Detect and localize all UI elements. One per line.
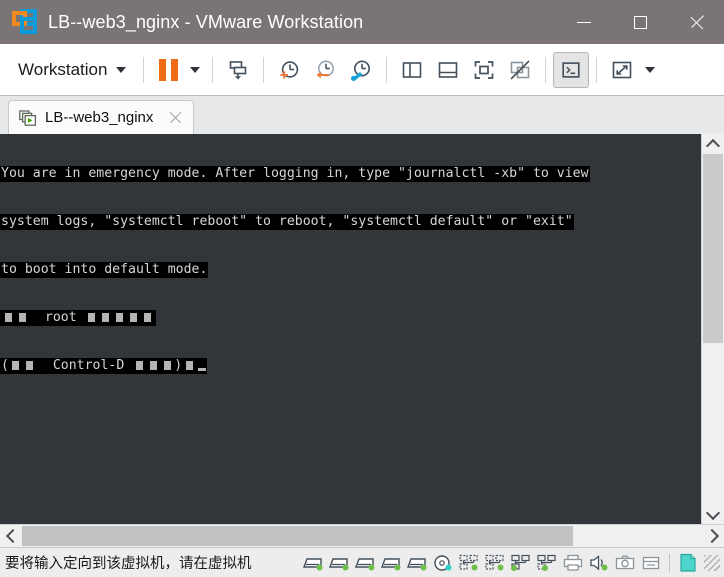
status-hard-disk-2[interactable] xyxy=(327,551,351,575)
toolbar-separator xyxy=(212,56,214,83)
chevron-down-icon xyxy=(705,505,721,520)
toolbar-separator xyxy=(596,56,598,83)
console-close-paren: ) xyxy=(174,358,183,373)
scroll-down-button[interactable] xyxy=(702,504,724,524)
snapshot-revert-icon xyxy=(317,60,335,78)
scroll-right-button[interactable] xyxy=(702,525,724,547)
status-sound-card[interactable] xyxy=(587,551,611,575)
status-network-adapter-3[interactable] xyxy=(509,551,533,575)
console-control-d-label: Control-D xyxy=(52,358,125,373)
send-key-icon xyxy=(230,60,247,79)
console-line: system logs, "systemctl reboot" to reboo… xyxy=(0,214,574,230)
status-separator xyxy=(669,553,670,572)
status-network-adapter-1[interactable] xyxy=(457,551,481,575)
power-button[interactable] xyxy=(151,52,185,88)
horizontal-scroll-track[interactable] xyxy=(22,525,702,547)
take-snapshot-button[interactable] xyxy=(271,52,307,88)
vertical-scrollbar[interactable] xyxy=(701,134,724,524)
horizontal-scroll-thumb[interactable] xyxy=(22,526,573,546)
chevron-down-icon xyxy=(190,66,201,73)
close-icon xyxy=(689,15,704,30)
snapshot-manager-button[interactable] xyxy=(343,52,379,88)
status-printer[interactable] xyxy=(561,551,585,575)
toolbar-separator xyxy=(386,56,388,83)
toolbar-separator xyxy=(545,56,547,83)
power-dropdown-button[interactable] xyxy=(185,52,205,88)
snapshot-manager-icon xyxy=(351,60,371,81)
chevron-down-icon xyxy=(116,66,127,73)
status-camera[interactable] xyxy=(613,551,637,575)
status-message-log[interactable] xyxy=(676,551,700,575)
close-icon[interactable] xyxy=(167,109,185,127)
horizontal-scrollbar[interactable] xyxy=(0,524,724,547)
status-hard-disk-3[interactable] xyxy=(353,551,377,575)
unity-mode-disabled-icon xyxy=(510,59,531,80)
stretch-dropdown-button[interactable] xyxy=(640,52,660,88)
workstation-menu-label: Workstation xyxy=(18,59,108,79)
close-button[interactable] xyxy=(668,0,724,44)
title-bar: LB--web3_nginx - VMware Workstation xyxy=(0,0,724,44)
pause-icon xyxy=(158,58,178,81)
console-line-root-prompt: root xyxy=(0,310,156,326)
maximize-button[interactable] xyxy=(612,0,668,44)
toolbar-separator xyxy=(263,56,265,83)
console-cursor xyxy=(198,368,207,371)
library-panel-icon xyxy=(403,61,422,78)
toolbar-separator xyxy=(143,56,145,83)
enter-full-screen-button[interactable] xyxy=(466,52,502,88)
unity-mode-button[interactable] xyxy=(502,52,538,88)
status-hard-disk-4[interactable] xyxy=(379,551,403,575)
status-network-adapter-4[interactable] xyxy=(535,551,559,575)
status-hard-disk-1[interactable] xyxy=(301,551,325,575)
stretch-guest-button[interactable] xyxy=(604,52,640,88)
revert-snapshot-button[interactable] xyxy=(307,52,343,88)
chevron-right-icon xyxy=(704,528,719,544)
vm-running-icon xyxy=(19,109,37,126)
guest-console-text: You are in emergency mode. After logging… xyxy=(0,134,590,406)
vmware-logo-icon xyxy=(12,9,38,35)
status-network-adapter-2[interactable] xyxy=(483,551,507,575)
maximize-icon xyxy=(633,15,647,29)
scroll-left-button[interactable] xyxy=(0,525,22,547)
vmware-workstation-window: LB--web3_nginx - VMware Workstation Work… xyxy=(0,0,724,577)
console-line: You are in emergency mode. After logging… xyxy=(0,166,590,182)
vm-tab[interactable]: LB--web3_nginx xyxy=(8,100,195,134)
vm-console-screen[interactable]: You are in emergency mode. After logging… xyxy=(0,134,701,524)
workstation-menu-button[interactable]: Workstation xyxy=(6,54,136,86)
window-controls xyxy=(556,0,724,44)
show-library-button[interactable] xyxy=(394,52,430,88)
console-root-label: root xyxy=(44,310,77,325)
full-screen-icon xyxy=(475,60,494,79)
status-message: 要将输入定向到该虚拟机，请在虚拟机 xyxy=(5,556,252,572)
stretch-fit-icon xyxy=(613,61,632,78)
status-bar: 要将输入定向到该虚拟机，请在虚拟机 xyxy=(0,547,724,577)
window-title: LB--web3_nginx - VMware Workstation xyxy=(48,11,364,32)
console-view-button[interactable] xyxy=(553,51,590,88)
console-line-control-d: ( Control-D ) xyxy=(0,358,208,374)
vertical-scroll-track[interactable] xyxy=(702,154,724,504)
snapshot-add-icon xyxy=(280,60,299,79)
show-thumbnail-bar-button[interactable] xyxy=(430,52,466,88)
minimize-button[interactable] xyxy=(556,0,612,44)
vm-viewport: You are in emergency mode. After logging… xyxy=(0,134,724,524)
resize-grip-icon[interactable] xyxy=(704,554,720,571)
send-ctrl-alt-del-button[interactable] xyxy=(220,52,256,88)
scroll-up-button[interactable] xyxy=(702,134,724,154)
console-view-icon xyxy=(562,61,581,78)
vm-tab-label: LB--web3_nginx xyxy=(45,109,154,126)
chevron-left-icon xyxy=(5,528,20,544)
status-usb-device[interactable] xyxy=(639,551,663,575)
main-toolbar: Workstation xyxy=(0,44,724,96)
chevron-down-icon xyxy=(645,66,656,73)
vertical-scroll-thumb[interactable] xyxy=(703,154,723,343)
status-device-icons xyxy=(301,551,724,575)
status-hard-disk-5[interactable] xyxy=(405,551,429,575)
console-open-paren: ( xyxy=(1,358,9,373)
vm-tab-strip: LB--web3_nginx xyxy=(0,96,724,134)
status-cd-dvd[interactable] xyxy=(431,551,455,575)
console-line: to boot into default mode. xyxy=(0,262,209,278)
thumbnail-bar-icon xyxy=(439,61,458,78)
chevron-up-icon xyxy=(705,138,721,153)
minimize-icon xyxy=(577,21,591,23)
